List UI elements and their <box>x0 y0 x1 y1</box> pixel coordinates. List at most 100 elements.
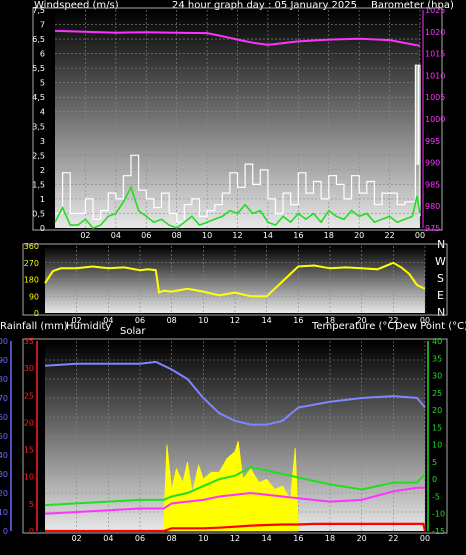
wind-panel-x-tick-20: 20 <box>354 231 364 240</box>
direction-panel-x-tick-04: 04 <box>103 316 113 325</box>
windspeed-tick-9: 4,5 <box>32 93 45 102</box>
rainfall-tick-20: 20 <box>24 418 34 427</box>
temp-panel-x-tick-00: 00 <box>420 534 430 543</box>
temp-panel-x-tick-10: 10 <box>198 534 208 543</box>
barometer-tick-1015: 1015 <box>425 50 445 59</box>
temperature-tick-10: 10 <box>432 441 442 450</box>
rainfall-tick-35: 35 <box>24 337 34 346</box>
temp-panel-x-tick-08: 08 <box>167 534 177 543</box>
wind-panel-x-tick-08: 08 <box>172 231 182 240</box>
humidity-tick-10: 10 <box>0 508 8 517</box>
temperature-tick-5: 5 <box>432 458 437 467</box>
wind-panel-x-tick-16: 16 <box>293 231 303 240</box>
temperature-tick-30: 30 <box>432 372 442 381</box>
windspeed-tick-8: 4 <box>40 108 45 117</box>
windspeed-tick-14: 7 <box>40 21 45 30</box>
temperature-tick-15: 15 <box>432 423 442 432</box>
windspeed-tick-13: 6,5 <box>32 35 45 44</box>
windspeed-tick-1: 0,5 <box>32 209 45 218</box>
barometer-tick-1020: 1020 <box>425 28 445 37</box>
weather-graph-window: Windspeed (m/s) 24 hour graph day : 05 J… <box>0 0 466 555</box>
rainfall-tick-30: 30 <box>24 364 34 373</box>
temperature-tick-0: 0 <box>432 475 437 484</box>
direction-panel-x-tick-08: 08 <box>167 316 177 325</box>
windspeed-tick-12: 6 <box>40 50 45 59</box>
wind-panel-x-tick-22: 22 <box>384 231 394 240</box>
humidity-tick-80: 80 <box>0 375 8 384</box>
windspeed-tick-7: 3,5 <box>32 122 45 131</box>
barometer-tick-1005: 1005 <box>425 93 445 102</box>
direction-panel-x-tick-02: 02 <box>72 316 82 325</box>
temperature-tick-25: 25 <box>432 389 442 398</box>
temp-panel-x-tick-12: 12 <box>230 534 240 543</box>
barometer-tick-995: 995 <box>425 137 440 146</box>
weather-charts: 0 0,5 1 1,5 2 2,5 3 3,5 4 4,5 5 5,5 6 6,5 7 7,5 975 980 98… <box>0 6 448 543</box>
temp-panel-x-tick-14: 14 <box>262 534 272 543</box>
barometer-tick-1025: 1025 <box>425 6 445 15</box>
direction-tick-270: 270 <box>24 259 39 268</box>
wind-panel-x-tick-18: 18 <box>324 231 334 240</box>
barometer-tick-975: 975 <box>425 224 440 233</box>
rainfall-tick-5: 5 <box>29 500 34 509</box>
temperature-tick--10: -10 <box>432 510 445 519</box>
direction-tick-180: 180 <box>24 276 39 285</box>
rainfall-tick-0: 0 <box>29 527 34 536</box>
barometer-tick-1000: 1000 <box>425 115 445 124</box>
temperature-tick--5: -5 <box>432 492 440 501</box>
direction-tick-90: 90 <box>29 292 39 301</box>
barometer-tick-990: 990 <box>425 159 440 168</box>
temperature-tick-40: 40 <box>432 337 442 346</box>
direction-panel-x-tick-20: 20 <box>357 316 367 325</box>
direction-panel-x-tick-22: 22 <box>388 316 398 325</box>
humidity-tick-100: 100 <box>0 337 8 346</box>
humidity-tick-50: 50 <box>0 432 8 441</box>
windspeed-tick-11: 5,5 <box>32 64 45 73</box>
wind-panel-x-tick-06: 06 <box>141 231 151 240</box>
temperature-tick-20: 20 <box>432 406 442 415</box>
direction-panel-x-tick-14: 14 <box>262 316 272 325</box>
humidity-tick-90: 90 <box>0 356 8 365</box>
direction-panel-x-tick-12: 12 <box>230 316 240 325</box>
windspeed-tick-3: 1,5 <box>32 180 45 189</box>
humidity-tick-20: 20 <box>0 489 8 498</box>
temperature-tick-35: 35 <box>432 354 442 363</box>
direction-tick-360: 360 <box>24 242 39 251</box>
barometer-tick-980: 980 <box>425 202 440 211</box>
windspeed-tick-10: 5 <box>40 79 45 88</box>
windspeed-tick-15: 7,5 <box>32 6 45 15</box>
humidity-tick-60: 60 <box>0 413 8 422</box>
humidity-tick-30: 30 <box>0 470 8 479</box>
wind-panel-x-tick-04: 04 <box>111 231 121 240</box>
temp-panel-x-tick-20: 20 <box>357 534 367 543</box>
windspeed-tick-6: 3 <box>40 137 45 146</box>
direction-panel-x-tick-10: 10 <box>198 316 208 325</box>
rainfall-tick-10: 10 <box>24 473 34 482</box>
barometer-tick-985: 985 <box>425 180 440 189</box>
direction-panel-x-tick-18: 18 <box>325 316 335 325</box>
barometer-tick-1010: 1010 <box>425 71 445 80</box>
rainfall-tick-15: 15 <box>24 446 34 455</box>
wind-panel-x-tick-14: 14 <box>263 231 273 240</box>
rainfall-tick-25: 25 <box>24 391 34 400</box>
direction-panel-x-tick-00: 00 <box>420 316 430 325</box>
windspeed-tick-4: 2 <box>40 166 45 175</box>
wind-panel-x-tick-12: 12 <box>232 231 242 240</box>
direction-panel-x-tick-06: 06 <box>135 316 145 325</box>
humidity-tick-0: 0 <box>3 527 8 536</box>
windspeed-tick-5: 2,5 <box>32 151 45 160</box>
temp-panel-x-tick-06: 06 <box>135 534 145 543</box>
windspeed-tick-0: 0 <box>40 224 45 233</box>
temp-panel-x-tick-16: 16 <box>293 534 303 543</box>
wind-panel-x-tick-02: 02 <box>80 231 90 240</box>
temp-panel-x-tick-02: 02 <box>72 534 82 543</box>
humidity-tick-40: 40 <box>0 451 8 460</box>
temp-panel-x-tick-18: 18 <box>325 534 335 543</box>
direction-tick-0: 0 <box>34 309 39 318</box>
temperature-tick--15: -15 <box>432 527 445 536</box>
wind-panel-x-tick-00: 00 <box>415 231 425 240</box>
windspeed-tick-2: 1 <box>40 195 45 204</box>
temp-panel-x-tick-04: 04 <box>103 534 113 543</box>
direction-panel-x-tick-16: 16 <box>293 316 303 325</box>
temp-panel-x-tick-22: 22 <box>388 534 398 543</box>
humidity-tick-70: 70 <box>0 394 8 403</box>
